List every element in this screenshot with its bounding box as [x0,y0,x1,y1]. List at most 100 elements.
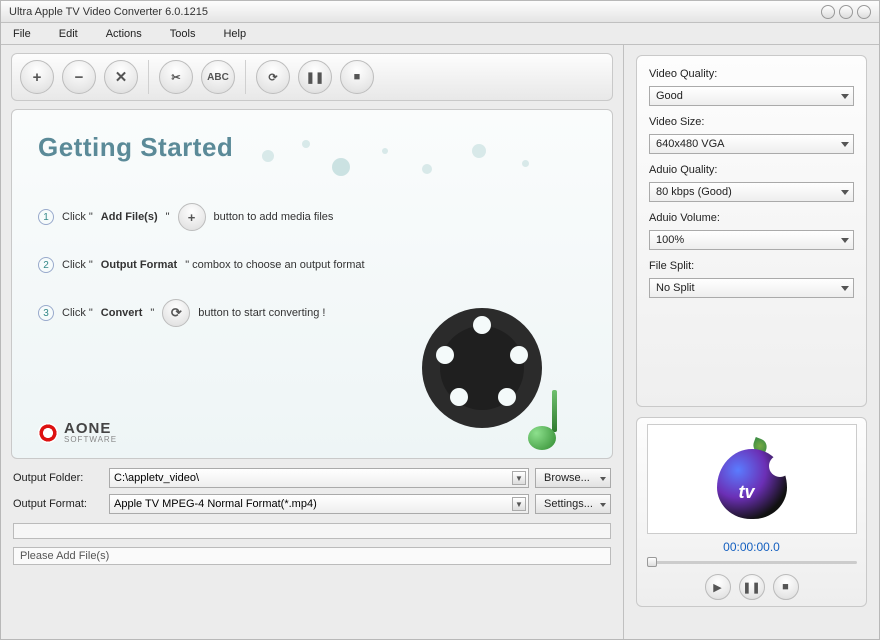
brand-name: AONE [64,421,117,436]
step-1-text-a: Click " [62,211,93,223]
toolbar-separator [245,60,246,94]
step-3-text-c: " [150,307,154,319]
preview-pause-button[interactable]: ❚❚ [739,574,765,600]
output-format-combo[interactable]: Apple TV MPEG-4 Normal Format(*.mp4) ▼ [109,494,529,514]
clear-button[interactable]: ✕ [104,60,138,94]
decorative-dots [262,120,612,190]
settings-wrap: Video Quality: Good Video Size: 640x480 … [624,45,879,417]
output-folder-value: C:\appletv_video\ [114,472,199,484]
settings-button[interactable]: Settings... [535,494,611,514]
step-1-bold: Add File(s) [101,211,158,223]
window-controls [821,5,871,19]
browse-button[interactable]: Browse... [535,468,611,488]
audio-quality-select[interactable]: 80 kbps (Good) [649,182,854,202]
output-format-value: Apple TV MPEG-4 Normal Format(*.mp4) [114,498,317,510]
step-2-number: 2 [38,257,54,273]
pause-button[interactable]: ❚❚ [298,60,332,94]
content: + − ✕ ✂ ABC ⟳ ❚❚ ■ [1,45,879,639]
play-controls: ▶ ❚❚ ■ [705,574,799,600]
toolbar-separator [148,60,149,94]
chevron-down-icon [841,238,849,243]
pause-icon: ❚❚ [742,581,760,594]
status-bar: Please Add File(s) [13,547,611,565]
titlebar: Ultra Apple TV Video Converter 6.0.1215 [1,1,879,23]
maximize-button[interactable] [839,5,853,19]
video-size-select[interactable]: 640x480 VGA [649,134,854,154]
cut-button[interactable]: ✂ [159,60,193,94]
menu-file[interactable]: File [13,28,31,40]
toolbar-wrap: + − ✕ ✂ ABC ⟳ ❚❚ ■ [1,45,623,105]
preview-stop-button[interactable]: ■ [773,574,799,600]
convert-button[interactable]: ⟳ [256,60,290,94]
step-1: 1 Click " Add File(s) " + button to add me… [38,203,586,231]
audio-volume-value: 100% [656,234,684,246]
output-folder-combo[interactable]: C:\appletv_video\ ▼ [109,468,529,488]
scissors-icon: ✂ [171,71,180,84]
chevron-down-icon [841,286,849,291]
step-2-bold: Output Format [101,259,177,271]
pause-icon: ❚❚ [306,71,324,84]
preview-image: tv [647,424,857,534]
file-split-label: File Split: [649,260,854,272]
menu-actions[interactable]: Actions [106,28,142,40]
chevron-down-icon [841,190,849,195]
film-reel-icon [422,298,572,448]
file-split-select[interactable]: No Split [649,278,854,298]
audio-quality-value: 80 kbps (Good) [656,186,732,198]
apple-tv-text: tv [739,482,755,503]
brand-sub: SOFTWARE [64,436,117,444]
step-3-text-d: button to start converting ! [198,307,325,319]
step-2-text-c: " combox to choose an output format [185,259,364,271]
add-button[interactable]: + [20,60,54,94]
video-quality-value: Good [656,90,683,102]
chevron-down-icon [841,94,849,99]
progress-bar [13,523,611,539]
video-size-label: Video Size: [649,116,854,128]
status-text: Please Add File(s) [20,550,109,562]
preview-wrap: tv 00:00:00.0 ▶ ❚❚ ■ [636,417,867,607]
close-button[interactable] [857,5,871,19]
menu-tools[interactable]: Tools [170,28,196,40]
step-1-number: 1 [38,209,54,225]
preview-panel: tv 00:00:00.0 ▶ ❚❚ ■ [636,417,867,607]
output-folder-row: Output Folder: C:\appletv_video\ ▼ Brows… [1,465,623,491]
step-1-text-d: button to add media files [214,211,334,223]
step-3-number: 3 [38,305,54,321]
step-3-bold: Convert [101,307,143,319]
video-quality-select[interactable]: Good [649,86,854,106]
chevron-down-icon [841,142,849,147]
brand-logo-icon [38,423,58,443]
minimize-button[interactable] [821,5,835,19]
timecode: 00:00:00.0 [723,540,780,554]
getting-started-panel: Getting Started 1 Click "Add File(s)" + … [11,109,613,459]
window-title: Ultra Apple TV Video Converter 6.0.1215 [9,6,208,18]
step-1-text-c: " [166,211,170,223]
menu-help[interactable]: Help [223,28,246,40]
stop-button[interactable]: ■ [340,60,374,94]
file-split-value: No Split [656,282,695,294]
play-button[interactable]: ▶ [705,574,731,600]
output-folder-label: Output Folder: [13,472,103,484]
left-column: + − ✕ ✂ ABC ⟳ ❚❚ ■ [1,45,623,639]
play-icon: ▶ [713,581,721,594]
step-3-text-a: Click " [62,307,93,319]
seek-slider[interactable] [647,558,857,566]
output-format-label: Output Format: [13,498,103,510]
audio-volume-label: Aduio Volume: [649,212,854,224]
video-size-value: 640x480 VGA [656,138,725,150]
step-2-text-a: Click " [62,259,93,271]
menu-edit[interactable]: Edit [59,28,78,40]
remove-button[interactable]: − [62,60,96,94]
stop-icon: ■ [354,71,361,83]
rename-button[interactable]: ABC [201,60,235,94]
right-column: Video Quality: Good Video Size: 640x480 … [623,45,879,639]
audio-volume-select[interactable]: 100% [649,230,854,250]
inline-add-icon: + [178,203,206,231]
music-note-icon [524,380,578,450]
inline-convert-icon: ⟳ [162,299,190,327]
apple-tv-logo-icon: tv [717,439,787,519]
toolbar: + − ✕ ✂ ABC ⟳ ❚❚ ■ [11,53,613,101]
chevron-down-icon: ▼ [512,471,526,485]
brand-text: AONE SOFTWARE [64,421,117,444]
chevron-down-icon: ▼ [512,497,526,511]
